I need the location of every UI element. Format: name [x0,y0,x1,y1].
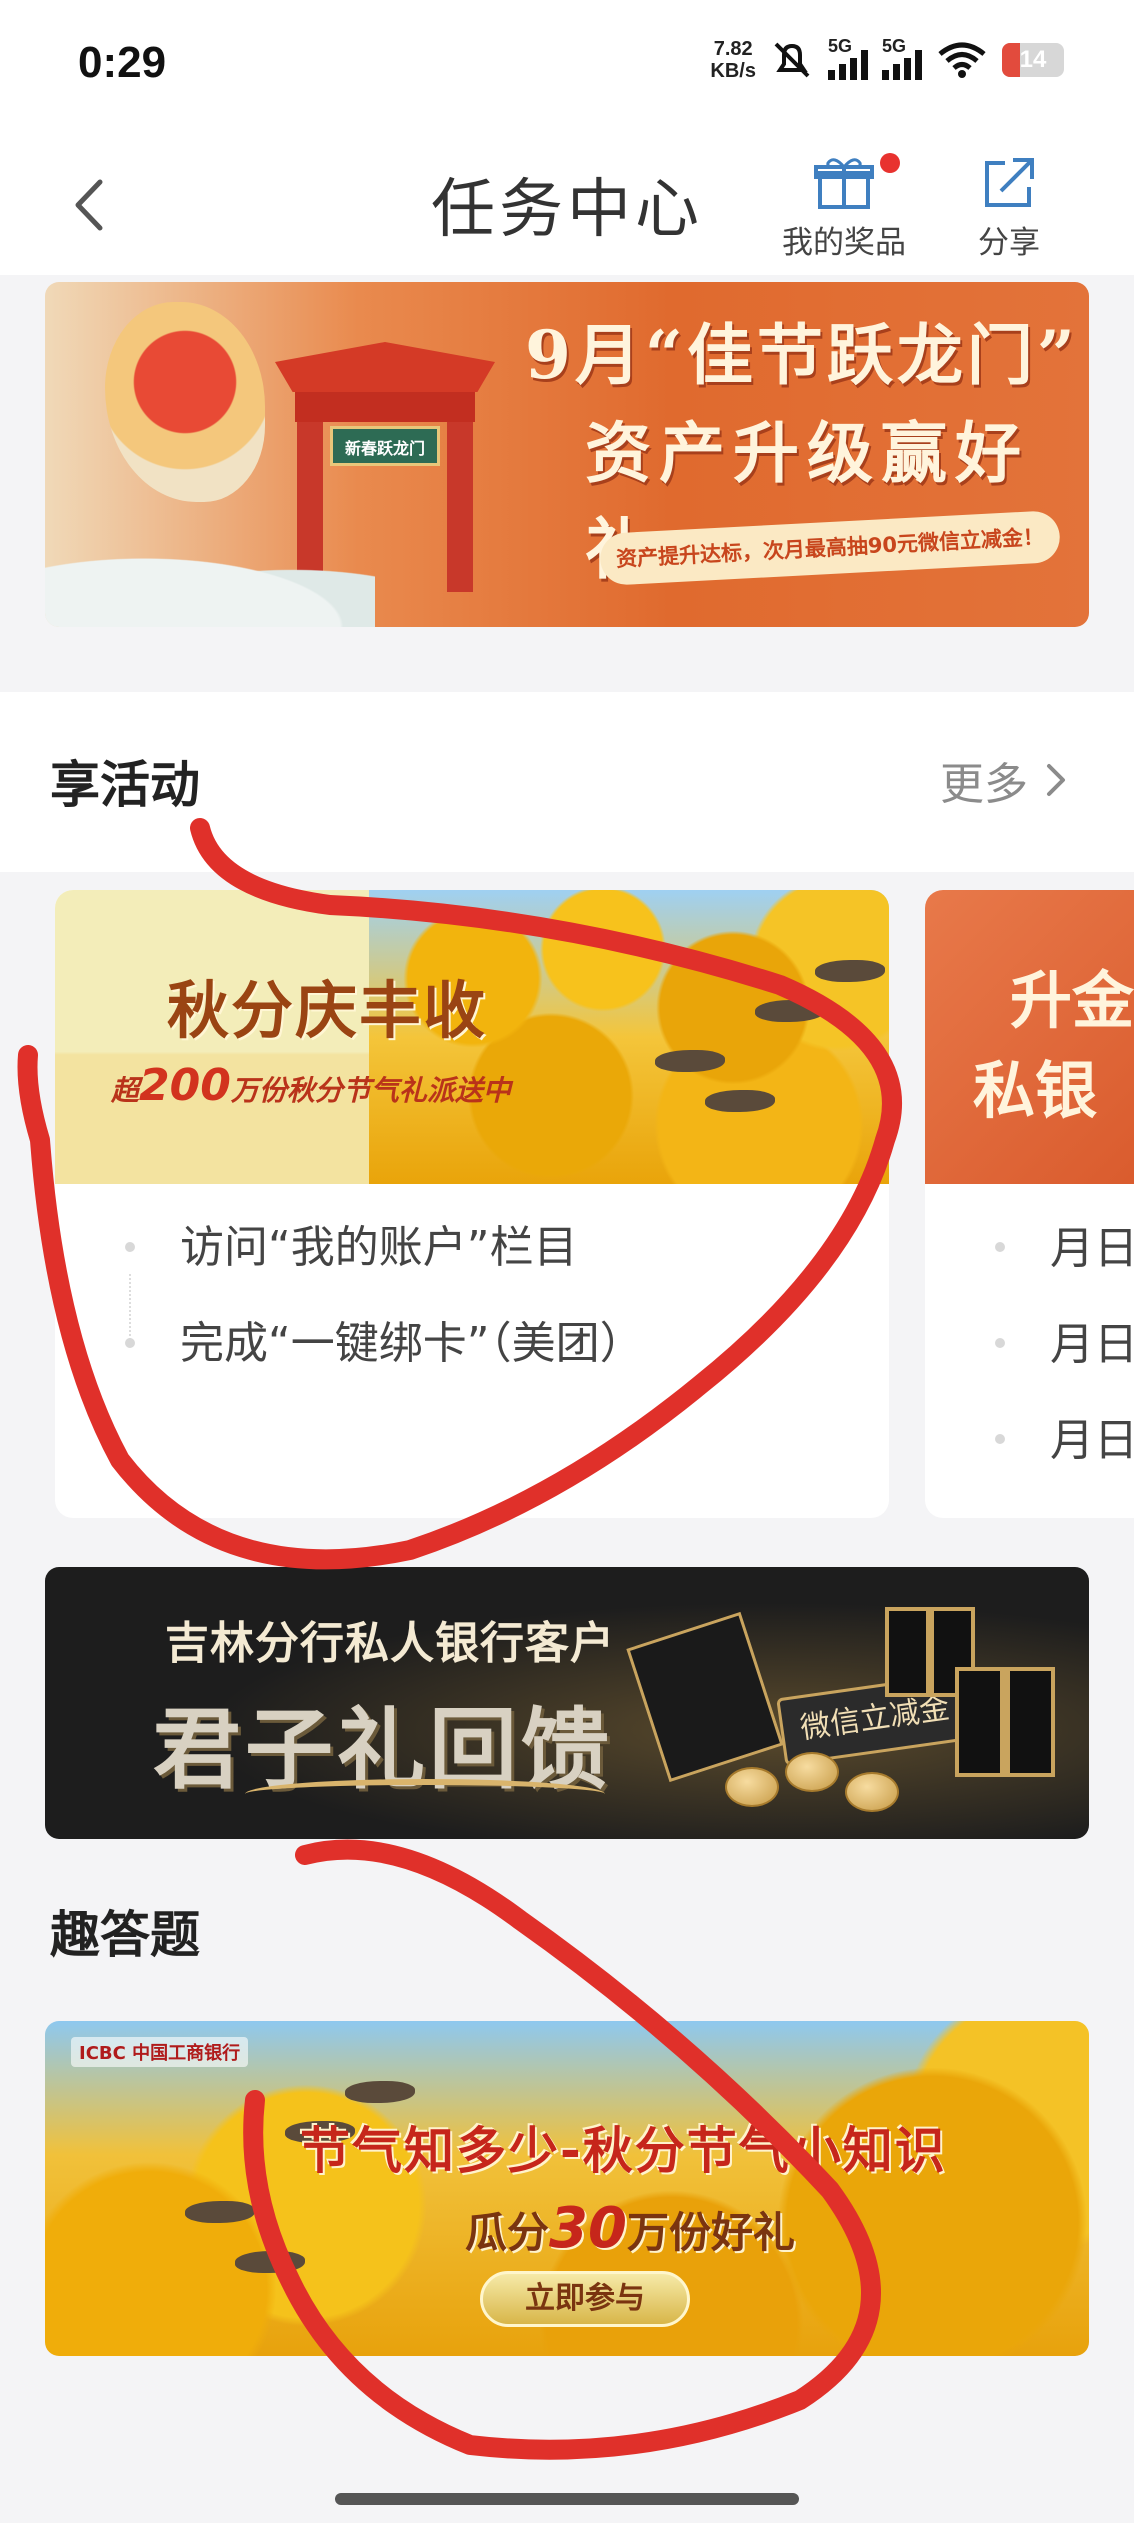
private-bank-line1: 吉林分行私人银行客户 [165,1618,615,1669]
gift-icon [814,158,874,209]
signal-5g-1-icon: 5G [828,36,868,80]
gift-box-illustration [955,1667,1055,1777]
task-item[interactable]: 月日 [1050,1404,1134,1468]
coin-illustration [785,1752,839,1792]
header: 任务中心 我的奖品 分享 [0,130,1134,275]
status-time: 0:29 [78,38,167,87]
dragon-illustration [105,302,265,502]
page-title: 任务中心 [431,173,703,247]
bullet-dot [995,1434,1005,1444]
bullet-dot [995,1242,1005,1252]
activity-card-autumn-harvest[interactable]: 秋分庆丰收 超200万份秋分节气礼派送中 访问“我的账户”栏目 完成“一键绑卡”… [55,890,889,1518]
share-button[interactable]: 分享 [978,155,1040,262]
status-bar: 0:29 7.82 KB/s 5G 5G 14 [0,0,1134,130]
autumn-harvest-title: 秋分庆丰收 [167,974,488,1047]
task-item[interactable]: 月日 [1050,1308,1134,1372]
chevron-right-icon [1047,764,1065,796]
coin-illustration [845,1772,899,1812]
task-item[interactable]: 月日 [1050,1212,1134,1276]
my-prizes-button[interactable]: 我的奖品 [782,153,906,262]
more-link[interactable]: 更多 [940,748,1068,812]
task-item[interactable]: 完成“一键绑卡”（美团） [55,1296,889,1392]
battery-indicator: 14 [1002,43,1064,77]
quiz-banner-title: 节气知多少-秋分节气小知识 [300,2122,947,2180]
quiz-title: 趣答题 [50,1906,200,1964]
cloud-decoration [45,547,375,627]
quiz-banner[interactable]: ICBC 中国工商银行 节气知多少-秋分节气小知识 瓜分30万份好礼 立即参与 [45,2021,1089,2356]
autumn-harvest-banner: 秋分庆丰收 超200万份秋分节气礼派送中 [55,890,889,1184]
promo-banner-dragon-gate[interactable]: 新春跃龙门 9月“佳节跃龙门” 资产升级赢好礼 资产提升达标，次月最高抽90元微… [45,282,1089,627]
private-bank-gift-banner[interactable]: 吉林分行私人银行客户 君子礼回馈 微信立减金 [45,1567,1089,1839]
network-speed: 7.82 KB/s [710,38,756,82]
activities-title: 享活动 [50,756,200,814]
envelope-illustration [626,1611,784,1783]
wifi-icon [938,42,986,78]
status-icons: 7.82 KB/s 5G 5G 14 [710,36,1064,82]
activity-card-private-bank[interactable]: 升金 私银 月日 月日 月日 [925,890,1134,1518]
notification-dot [880,153,900,173]
home-indicator[interactable] [335,2493,799,2505]
mute-bell-icon [774,42,810,78]
gold-swoosh [245,1779,605,1809]
task-list: 访问“我的账户”栏目 完成“一键绑卡”（美团） [55,1200,889,1392]
autumn-harvest-subtitle: 超200万份秋分节气礼派送中 [111,1060,511,1111]
bullet-dot [125,1242,135,1252]
share-icon [985,158,1034,207]
banner-title-line1: 9月“佳节跃龙门” [525,316,1079,394]
quiz-banner-subtitle: 瓜分30万份好礼 [465,2196,795,2261]
bullet-dot [125,1338,135,1348]
bullet-dot [995,1338,1005,1348]
join-now-button[interactable]: 立即参与 [480,2271,690,2327]
private-bank-upgrade-banner: 升金 私银 [925,890,1134,1184]
coin-illustration [725,1767,779,1807]
task-item[interactable]: 访问“我的账户”栏目 [55,1200,889,1296]
signal-5g-2-icon: 5G [882,36,922,80]
bank-logo: ICBC 中国工商银行 [71,2037,249,2067]
